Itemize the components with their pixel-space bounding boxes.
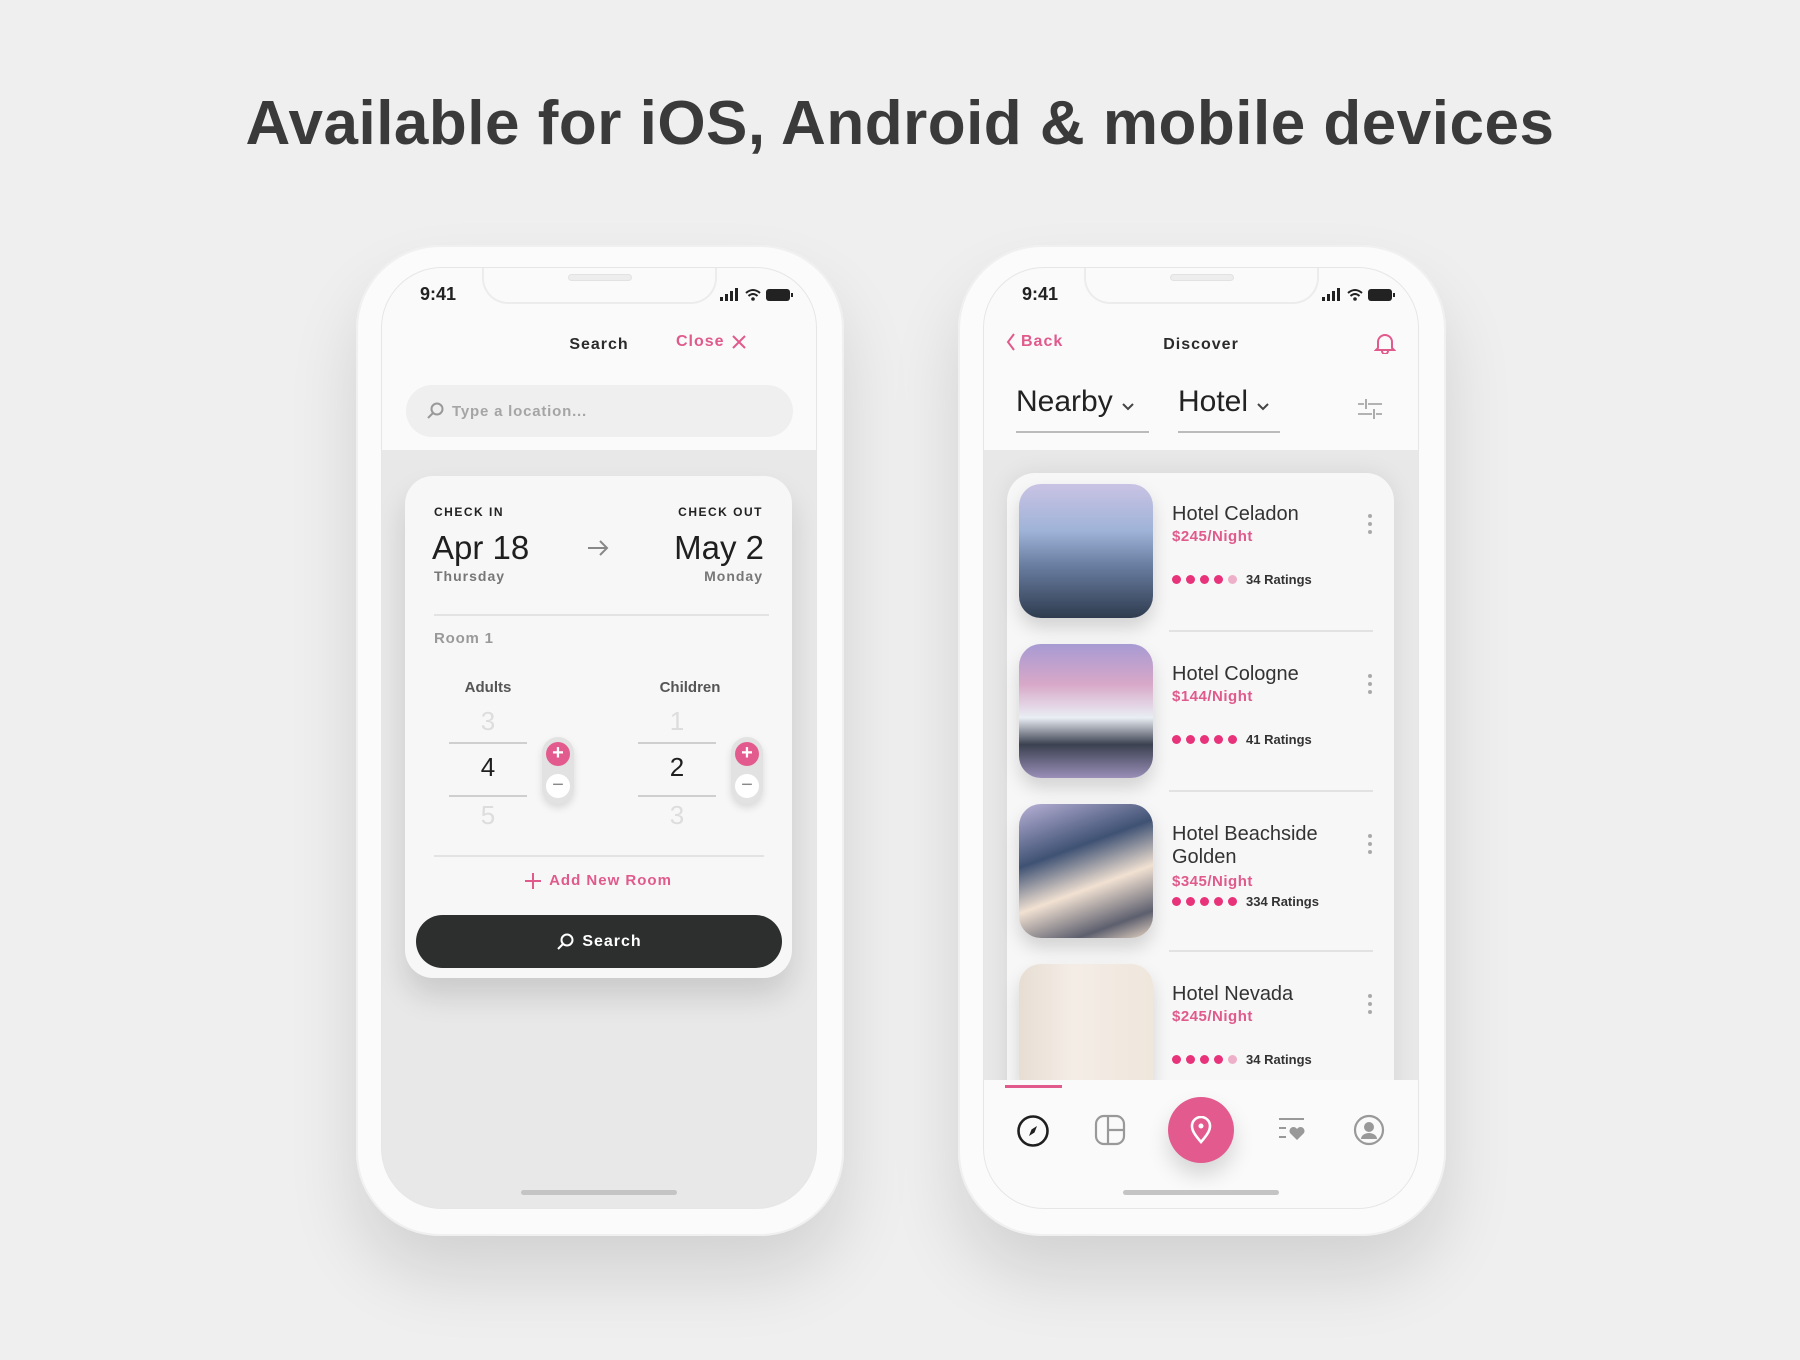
check-out-label: CHECK OUT <box>678 505 763 519</box>
status-time: 9:41 <box>1022 284 1059 304</box>
check-in-date[interactable]: Apr 18 <box>432 529 529 567</box>
hotel-name: Hotel Cologne <box>1172 663 1299 685</box>
location-filter-dropdown[interactable]: Nearby <box>1016 385 1149 433</box>
status-time: 9:41 <box>420 284 457 304</box>
close-button[interactable]: Close <box>676 333 747 351</box>
notch <box>482 268 717 304</box>
children-label: Children <box>659 679 721 696</box>
room-label: Room 1 <box>434 630 494 647</box>
type-filter-value: Hotel <box>1178 385 1249 418</box>
adults-increment-button[interactable]: + <box>546 742 570 766</box>
hotel-image <box>1019 964 1153 1098</box>
hotel-list-item[interactable]: Hotel Cologne $144/Night 41 Ratings <box>1007 644 1394 804</box>
children-stepper: + − <box>731 737 763 804</box>
adults-prev: 3 <box>480 706 496 736</box>
active-tab-indicator <box>1005 1085 1062 1088</box>
bell-icon[interactable] <box>1374 332 1396 354</box>
booking-card: CHECK IN Apr 18 Thursday CHECK OUT May 2… <box>405 476 792 978</box>
arrow-right-icon <box>588 540 609 556</box>
ratings-count: 41 Ratings <box>1246 732 1312 747</box>
adults-value: 4 <box>480 752 496 782</box>
favorites-list-icon[interactable] <box>1278 1116 1308 1142</box>
screen-title: Discover <box>1163 336 1239 353</box>
phone-discover: 9:41 Back Discover Nearby Hotel Hotel Ce… <box>958 245 1446 1236</box>
add-room-button[interactable]: Add New Room <box>405 872 792 889</box>
location-placeholder: Type a location... <box>452 402 587 420</box>
discover-screen: 9:41 Back Discover Nearby Hotel Hotel Ce… <box>984 268 1418 1208</box>
children-prev: 1 <box>669 706 685 736</box>
adults-next: 5 <box>480 800 496 830</box>
hotel-list-item[interactable]: Hotel Beachside Golden $345/Night 334 Ra… <box>1007 804 1394 964</box>
map-button[interactable] <box>1168 1097 1234 1163</box>
ratings-count: 334 Ratings <box>1246 894 1319 909</box>
status-icons <box>720 288 793 301</box>
close-label: Close <box>676 333 725 350</box>
home-indicator <box>1123 1190 1279 1195</box>
hotel-rating: 34 Ratings <box>1172 572 1312 587</box>
hotel-price: $245/Night <box>1172 1008 1253 1025</box>
hotel-name: Hotel Celadon <box>1172 503 1299 525</box>
check-out-day: Monday <box>704 568 763 584</box>
ratings-count: 34 Ratings <box>1246 1052 1312 1067</box>
grid-icon[interactable] <box>1094 1114 1126 1146</box>
home-indicator <box>521 1190 677 1195</box>
filter-sliders-icon[interactable] <box>1356 396 1384 422</box>
add-room-label: Add New Room <box>549 872 672 889</box>
hotel-image <box>1019 484 1153 618</box>
adults-decrement-button[interactable]: − <box>546 774 570 798</box>
notch <box>1084 268 1319 304</box>
children-decrement-button[interactable]: − <box>735 774 759 798</box>
hotel-price: $345/Night <box>1172 873 1253 890</box>
hotel-image <box>1019 804 1153 938</box>
phone-search: 9:41 Search Close Type a location... CHE… <box>356 245 844 1236</box>
chevron-down-icon <box>1257 403 1270 411</box>
hotel-rating: 34 Ratings <box>1172 1052 1312 1067</box>
location-search-input[interactable]: Type a location... <box>406 385 793 437</box>
search-icon <box>557 933 574 950</box>
hotel-name: Hotel Beachside Golden <box>1172 823 1318 868</box>
search-icon <box>427 402 444 419</box>
type-filter-dropdown[interactable]: Hotel <box>1178 385 1280 433</box>
location-pin-icon <box>1190 1116 1212 1144</box>
screen-title: Search <box>569 336 629 353</box>
hotel-list: Hotel Celadon $245/Night 34 Ratings Hote… <box>1007 473 1394 1113</box>
more-options-icon[interactable] <box>1367 514 1373 536</box>
compass-icon[interactable] <box>1016 1114 1050 1148</box>
hotel-price: $144/Night <box>1172 688 1253 705</box>
close-icon <box>731 335 746 349</box>
more-options-icon[interactable] <box>1367 994 1373 1016</box>
hotel-list-item[interactable]: Hotel Celadon $245/Night 34 Ratings <box>1007 484 1394 644</box>
plus-icon <box>525 872 542 889</box>
hotel-image <box>1019 644 1153 778</box>
location-filter-value: Nearby <box>1016 385 1113 418</box>
adults-label: Adults <box>464 679 512 696</box>
ratings-count: 34 Ratings <box>1246 572 1312 587</box>
children-value: 2 <box>669 752 685 782</box>
search-button[interactable]: Search <box>416 915 782 968</box>
chevron-down-icon <box>1122 403 1134 411</box>
hotel-name: Hotel Nevada <box>1172 983 1294 1005</box>
children-increment-button[interactable]: + <box>735 742 759 766</box>
search-screen: 9:41 Search Close Type a location... CHE… <box>382 268 816 1208</box>
bottom-nav <box>984 1080 1418 1208</box>
adults-stepper: + − <box>542 737 574 804</box>
search-button-label: Search <box>582 932 642 950</box>
more-options-icon[interactable] <box>1367 834 1373 856</box>
divider <box>434 855 764 857</box>
headline: Available for iOS, Android & mobile devi… <box>245 89 1555 158</box>
hotel-price: $245/Night <box>1172 528 1253 545</box>
check-in-label: CHECK IN <box>434 505 505 519</box>
hotel-rating: 334 Ratings <box>1172 894 1319 909</box>
check-in-day: Thursday <box>434 568 506 584</box>
status-icons <box>1322 288 1395 301</box>
children-next: 3 <box>669 800 685 830</box>
profile-icon[interactable] <box>1353 1114 1385 1146</box>
check-out-date[interactable]: May 2 <box>674 529 764 567</box>
hotel-rating: 41 Ratings <box>1172 732 1312 747</box>
more-options-icon[interactable] <box>1367 674 1373 696</box>
divider <box>434 614 769 616</box>
